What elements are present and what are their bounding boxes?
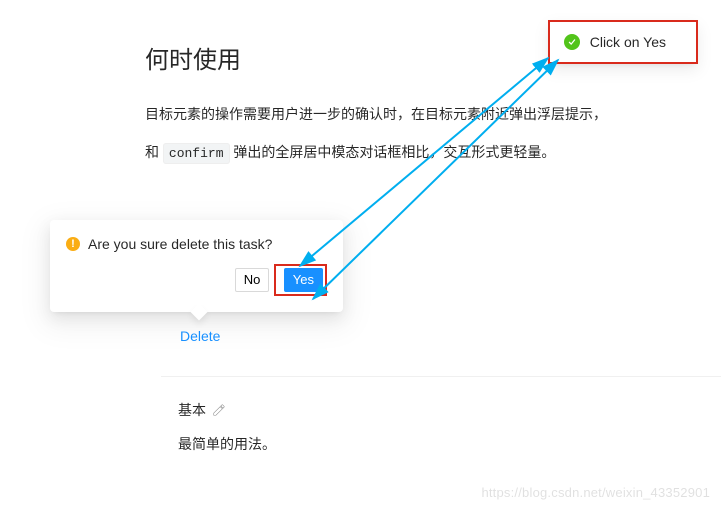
notification-message: Click on Yes [590, 34, 666, 50]
delete-link[interactable]: Delete [180, 328, 220, 344]
notification-toast: Click on Yes [548, 20, 698, 64]
yes-button-highlight: Yes [274, 264, 327, 296]
popover-arrow [191, 304, 208, 321]
watermark: https://blog.csdn.net/weixin_43352901 [481, 485, 710, 500]
paragraph-1-text: 目标元素的操作需要用户进一步的确认时，在目标元素附近弹出浮层提示， [145, 106, 607, 122]
example-title: 基本 [178, 400, 206, 420]
popconfirm: ! Are you sure delete this task? No Yes [50, 220, 343, 312]
paragraph-2: 和 confirm 弹出的全屏居中模态对话框相比，交互形式更轻量。 [145, 138, 724, 167]
divider [161, 376, 721, 377]
check-icon [564, 34, 580, 50]
paragraph-2-a: 和 [145, 144, 163, 160]
example-description: 最简单的用法。 [178, 434, 276, 454]
edit-icon[interactable] [212, 403, 226, 417]
warning-icon: ! [66, 237, 80, 251]
yes-button[interactable]: Yes [284, 268, 323, 292]
popconfirm-message: Are you sure delete this task? [88, 236, 272, 252]
inline-code-confirm: confirm [163, 143, 230, 164]
paragraph-2-b: 弹出的全屏居中模态对话框相比，交互形式更轻量。 [233, 144, 555, 160]
paragraph-1: 目标元素的操作需要用户进一步的确认时，在目标元素附近弹出浮层提示， [145, 100, 724, 128]
no-button[interactable]: No [235, 268, 270, 292]
